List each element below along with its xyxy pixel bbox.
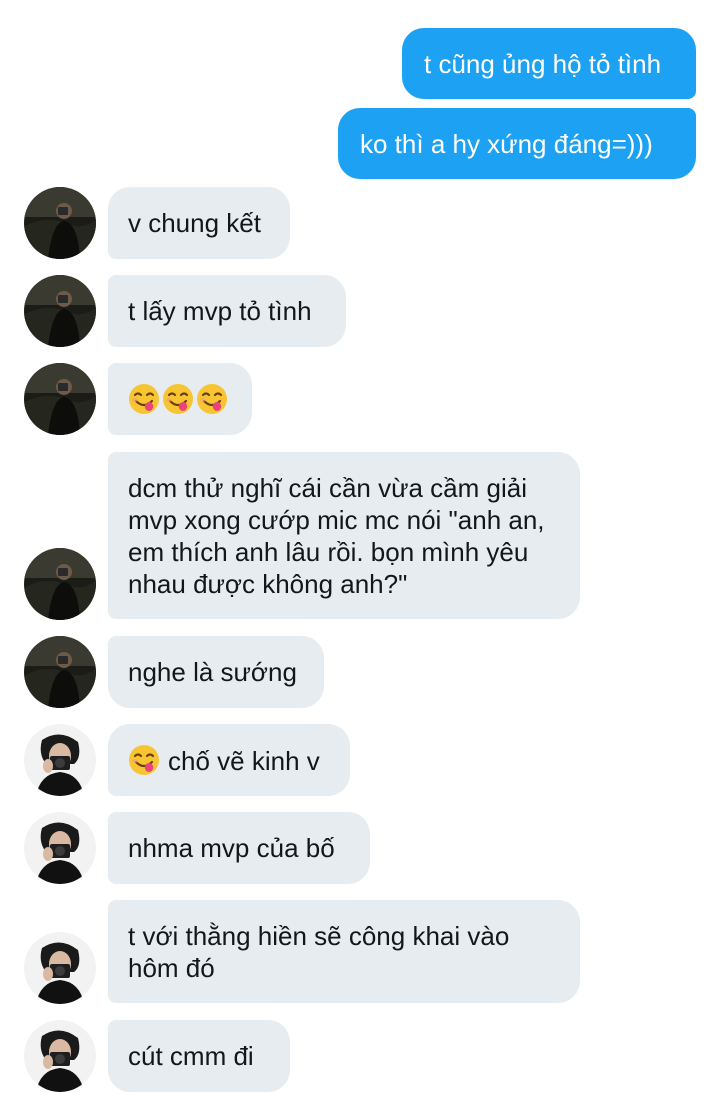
contact-avatar[interactable] (24, 812, 96, 884)
camera-selfie-avatar-icon (24, 724, 96, 796)
message-text: v chung kết (128, 208, 261, 238)
contact-avatar[interactable] (24, 1020, 96, 1092)
dark-photo-person-avatar-icon (24, 363, 96, 435)
smiling-face-savoring-food-icon (162, 383, 194, 415)
smiling-face-savoring-food-icon (128, 383, 160, 415)
camera-selfie-avatar-icon (24, 1020, 96, 1092)
message-text: chố vẽ kinh v (168, 746, 320, 776)
incoming-message[interactable]: chố vẽ kinh v (108, 724, 350, 796)
contact-avatar[interactable] (24, 187, 96, 259)
contact-avatar[interactable] (24, 724, 96, 796)
contact-avatar[interactable] (24, 548, 96, 620)
incoming-message[interactable]: t với thằng hiền sẽ công khai vào hôm đó (108, 900, 580, 1003)
dark-photo-person-avatar-icon (24, 187, 96, 259)
message-text: t lấy mvp tỏ tình (128, 296, 312, 326)
smiling-face-savoring-food-icon (196, 383, 228, 415)
message-text: t cũng ủng hộ tỏ tình (424, 49, 662, 79)
contact-avatar[interactable] (24, 363, 96, 435)
message-text: dcm thử nghĩ cái cần vừa cầm giải mvp xo… (128, 473, 545, 599)
camera-selfie-avatar-icon (24, 812, 96, 884)
message-text: ko thì a hy xứng đáng=))) (360, 129, 653, 159)
dark-photo-person-avatar-icon (24, 275, 96, 347)
message-text: nhma mvp của bố (128, 833, 335, 863)
incoming-message[interactable]: v chung kết (108, 187, 290, 259)
dark-photo-person-avatar-icon (24, 548, 96, 620)
contact-avatar[interactable] (24, 636, 96, 708)
incoming-message[interactable]: dcm thử nghĩ cái cần vừa cầm giải mvp xo… (108, 452, 580, 619)
message-text: t với thằng hiền sẽ công khai vào hôm đó (128, 921, 510, 983)
outgoing-message[interactable]: ko thì a hy xứng đáng=))) (338, 108, 696, 179)
camera-selfie-avatar-icon (24, 932, 96, 1004)
outgoing-message[interactable]: t cũng ủng hộ tỏ tình (402, 28, 696, 99)
dark-photo-person-avatar-icon (24, 636, 96, 708)
smiling-face-savoring-food-icon (128, 744, 160, 776)
contact-avatar[interactable] (24, 932, 96, 1004)
message-text: nghe là sướng (128, 657, 297, 687)
incoming-message[interactable]: nhma mvp của bố (108, 812, 370, 884)
incoming-message[interactable]: nghe là sướng (108, 636, 324, 708)
incoming-message[interactable]: cút cmm đi (108, 1020, 290, 1092)
contact-avatar[interactable] (24, 275, 96, 347)
incoming-message[interactable] (108, 363, 252, 435)
message-thread: t cũng ủng hộ tỏ tình ko thì a hy xứng đ… (0, 0, 720, 1093)
message-text: cút cmm đi (128, 1041, 254, 1071)
incoming-message[interactable]: t lấy mvp tỏ tình (108, 275, 346, 347)
